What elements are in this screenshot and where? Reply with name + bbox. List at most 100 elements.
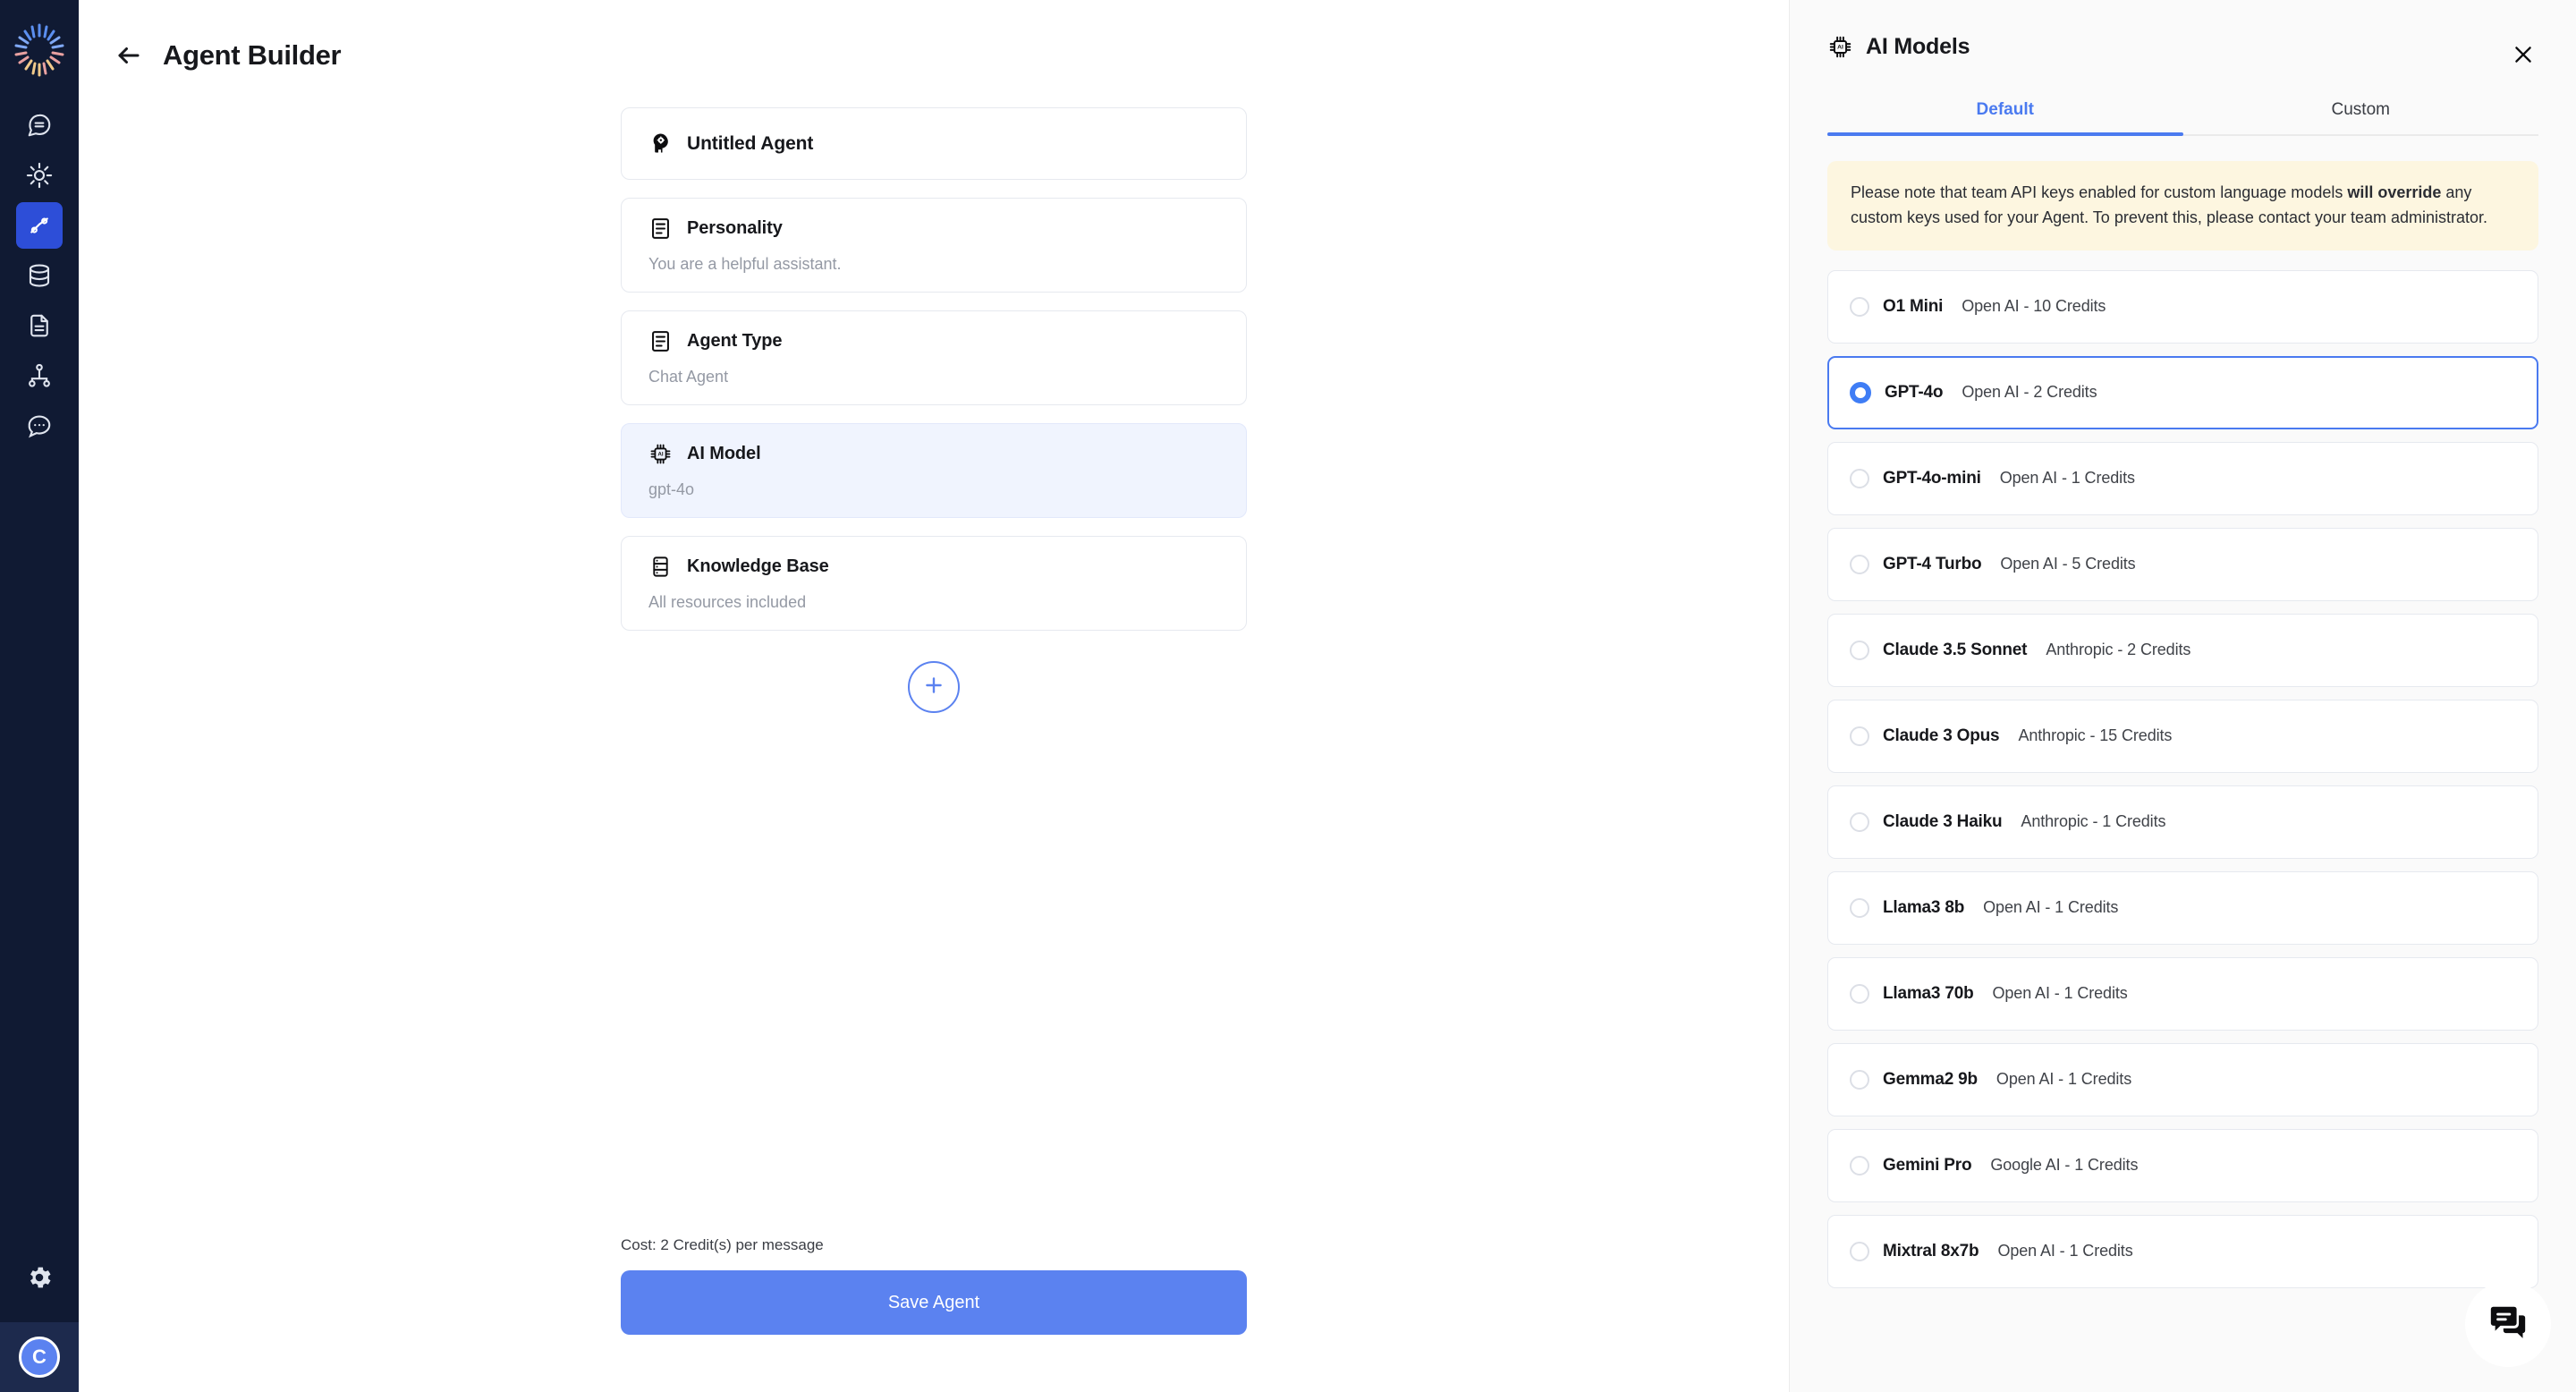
model-name: O1 Mini	[1883, 296, 1944, 316]
model-name: Claude 3.5 Sonnet	[1883, 640, 2028, 659]
chat-bubbles-icon	[2487, 1302, 2529, 1347]
model-option[interactable]: GPT-4o Open AI - 2 Credits	[1827, 355, 2538, 429]
ai-model-value: gpt-4o	[648, 480, 695, 498]
sidebar-item-teams[interactable]	[16, 352, 63, 399]
model-option[interactable]: GPT-4 Turbo Open AI - 5 Credits	[1827, 527, 2538, 601]
svg-text:AI: AI	[657, 451, 664, 457]
radio-button[interactable]	[1850, 1241, 1869, 1261]
model-meta: Open AI - 1 Credits	[1992, 984, 2128, 1003]
model-name: Claude 3 Opus	[1883, 726, 2000, 745]
sidebar-item-data[interactable]	[16, 252, 63, 299]
radio-button[interactable]	[1850, 468, 1869, 488]
ai-model-card[interactable]: AI AI Model gpt-4o	[621, 423, 1247, 518]
model-option[interactable]: Llama3 8b Open AI - 1 Credits	[1827, 870, 2538, 945]
rail-icon-list	[16, 102, 63, 449]
panel-tabs: Default Custom	[1827, 93, 2538, 136]
model-meta: Anthropic - 15 Credits	[2018, 726, 2173, 745]
sidebar-item-discover[interactable]	[16, 152, 63, 199]
model-list: O1 Mini Open AI - 10 Credits GPT-4o Open AI…	[1827, 269, 2538, 1392]
cpu-ai-icon: AI	[1827, 34, 1853, 60]
radio-button[interactable]	[1850, 726, 1869, 746]
database-icon	[648, 555, 673, 579]
sidebar-item-agents[interactable]	[16, 202, 63, 249]
app-logo	[11, 21, 68, 79]
card-header: AI AI Model	[648, 442, 1219, 466]
model-option[interactable]: Llama3 70b Open AI - 1 Credits	[1827, 956, 2538, 1031]
model-name: GPT-4o-mini	[1883, 468, 1981, 488]
avatar: C	[19, 1337, 60, 1378]
page-header: Agent Builder	[79, 0, 1789, 72]
radio-button[interactable]	[1850, 983, 1869, 1004]
left-nav-rail: C	[0, 0, 79, 1392]
card-header: Knowledge Base	[648, 555, 1219, 579]
model-meta: Open AI - 1 Credits	[1997, 1242, 2133, 1260]
panel-header: AI AI Models	[1790, 0, 2576, 70]
model-option[interactable]: Claude 3 Haiku Anthropic - 1 Credits	[1827, 785, 2538, 859]
tab-custom[interactable]: Custom	[2183, 93, 2539, 134]
add-component-button[interactable]	[908, 661, 960, 713]
cost-text: Cost: 2 Credit(s) per message	[621, 1236, 824, 1253]
close-icon[interactable]	[2508, 39, 2538, 70]
radio-button[interactable]	[1850, 811, 1869, 832]
tab-default[interactable]: Default	[1827, 93, 2183, 136]
model-option[interactable]: Claude 3.5 Sonnet Anthropic - 2 Credits	[1827, 613, 2538, 687]
model-meta: Open AI - 1 Credits	[1983, 898, 2119, 917]
panel-title: AI Models	[1866, 34, 1970, 59]
agent-builder-main: Agent Builder Untitled Agent Personality…	[79, 0, 1789, 1392]
model-meta: Open AI - 10 Credits	[1962, 297, 2106, 316]
card-header: Agent Type	[648, 329, 1219, 353]
knowledge-base-value: All resources included	[648, 593, 807, 611]
radio-button[interactable]	[1850, 640, 1869, 660]
model-option[interactable]: Gemini Pro Google AI - 1 Credits	[1827, 1128, 2538, 1202]
model-meta: Google AI - 1 Credits	[1990, 1156, 2139, 1175]
agent-name-card[interactable]: Untitled Agent	[621, 107, 1247, 180]
model-option[interactable]: O1 Mini Open AI - 10 Credits	[1827, 269, 2538, 344]
api-key-notice: Please note that team API keys enabled f…	[1827, 161, 2538, 250]
model-option[interactable]: Mixtral 8x7b Open AI - 1 Credits	[1827, 1214, 2538, 1288]
radio-button[interactable]	[1850, 296, 1869, 317]
note-icon	[648, 329, 673, 353]
note-icon	[648, 216, 673, 241]
page-title: Agent Builder	[163, 39, 342, 71]
knowledge-base-card[interactable]: Knowledge Base All resources included	[621, 536, 1247, 631]
model-name: GPT-4o	[1885, 382, 1944, 402]
model-option[interactable]: GPT-4o-mini Open AI - 1 Credits	[1827, 441, 2538, 515]
arrow-left-icon[interactable]	[114, 41, 143, 70]
agent-type-card[interactable]: Agent Type Chat Agent	[621, 310, 1247, 405]
radio-button[interactable]	[1850, 1155, 1869, 1176]
model-name: Llama3 8b	[1883, 897, 1965, 917]
model-name: Gemma2 9b	[1883, 1069, 1978, 1089]
model-meta: Open AI - 1 Credits	[1996, 1070, 2132, 1089]
builder-footer: Cost: 2 Credit(s) per message Save Agent	[79, 1236, 1789, 1335]
save-agent-button[interactable]: Save Agent	[621, 1270, 1247, 1335]
radio-button[interactable]	[1850, 554, 1869, 574]
model-option[interactable]: Gemma2 9b Open AI - 1 Credits	[1827, 1042, 2538, 1116]
model-option[interactable]: Claude 3 Opus Anthropic - 15 Credits	[1827, 699, 2538, 773]
radio-button[interactable]	[1850, 1069, 1869, 1090]
notice-text-part1: Please note that team API keys enabled f…	[1851, 183, 2348, 201]
model-meta: Open AI - 1 Credits	[1999, 469, 2135, 488]
chat-support-fab[interactable]	[2465, 1281, 2551, 1367]
personality-label: Personality	[687, 218, 783, 238]
radio-button[interactable]	[1850, 381, 1871, 403]
sidebar-item-conversations[interactable]	[16, 403, 63, 449]
model-name: Mixtral 8x7b	[1883, 1241, 1979, 1260]
ai-models-panel: AI AI Models Default Custom Please note …	[1789, 0, 2576, 1392]
user-avatar-button[interactable]: C	[0, 1322, 79, 1392]
gear-icon[interactable]	[16, 1254, 63, 1301]
agent-card-stack: Untitled Agent Personality You are a hel…	[79, 107, 1789, 713]
rail-bottom-group: C	[0, 1254, 79, 1392]
agent-type-label: Agent Type	[687, 331, 783, 351]
cpu-ai-icon: AI	[648, 442, 673, 466]
radio-button[interactable]	[1850, 897, 1869, 918]
sidebar-item-chat[interactable]	[16, 102, 63, 149]
personality-card[interactable]: Personality You are a helpful assistant.	[621, 198, 1247, 293]
model-name: Llama3 70b	[1883, 983, 1974, 1003]
personality-value: You are a helpful assistant.	[648, 255, 842, 273]
panel-title-group: AI AI Models	[1827, 34, 1970, 60]
sidebar-item-documents[interactable]	[16, 302, 63, 349]
model-name: Gemini Pro	[1883, 1155, 1972, 1175]
agent-type-value: Chat Agent	[648, 368, 729, 386]
card-header: Personality	[648, 216, 1219, 241]
model-meta: Anthropic - 2 Credits	[2046, 641, 2191, 659]
